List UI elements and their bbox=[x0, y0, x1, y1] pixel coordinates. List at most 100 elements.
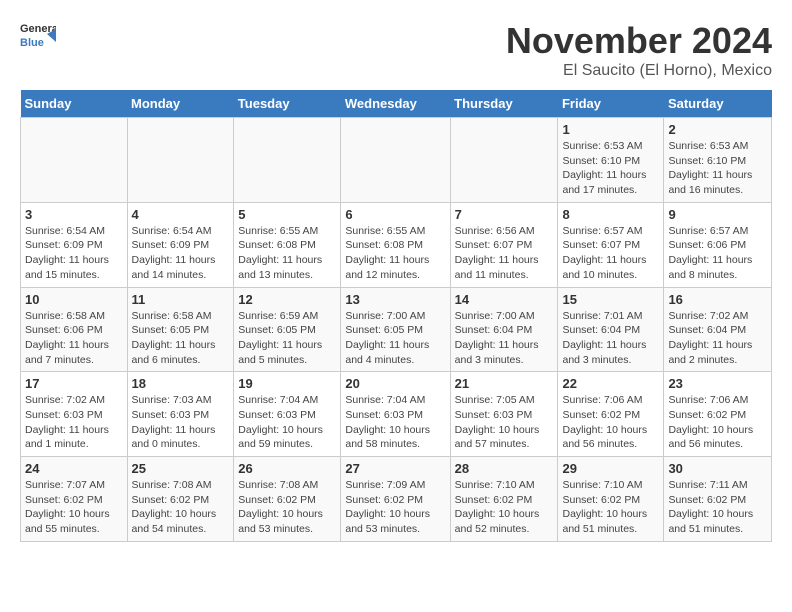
day-number: 12 bbox=[238, 292, 336, 307]
calendar-cell bbox=[450, 118, 558, 203]
calendar-cell: 12 Sunrise: 6:59 AM Sunset: 6:05 PM Dayli… bbox=[234, 287, 341, 372]
calendar-cell: 19 Sunrise: 7:04 AM Sunset: 6:03 PM Dayli… bbox=[234, 372, 341, 457]
calendar-cell: 10 Sunrise: 6:58 AM Sunset: 6:06 PM Dayli… bbox=[21, 287, 128, 372]
calendar-cell: 29 Sunrise: 7:10 AM Sunset: 6:02 PM Dayli… bbox=[558, 457, 664, 542]
day-number: 10 bbox=[25, 292, 123, 307]
day-number: 23 bbox=[668, 376, 767, 391]
calendar-cell: 17 Sunrise: 7:02 AM Sunset: 6:03 PM Dayli… bbox=[21, 372, 128, 457]
day-number: 29 bbox=[562, 461, 659, 476]
day-info: Sunrise: 7:10 AM Sunset: 6:02 PM Dayligh… bbox=[562, 478, 659, 537]
day-info: Sunrise: 6:59 AM Sunset: 6:05 PM Dayligh… bbox=[238, 309, 336, 368]
calendar-cell: 27 Sunrise: 7:09 AM Sunset: 6:02 PM Dayli… bbox=[341, 457, 450, 542]
calendar-cell: 30 Sunrise: 7:11 AM Sunset: 6:02 PM Dayli… bbox=[664, 457, 772, 542]
calendar-cell: 28Sunrise: 7:10 AM Sunset: 6:02 PM Dayli… bbox=[450, 457, 558, 542]
day-number: 14 bbox=[455, 292, 554, 307]
calendar-cell: 23 Sunrise: 7:06 AM Sunset: 6:02 PM Dayli… bbox=[664, 372, 772, 457]
day-number: 30 bbox=[668, 461, 767, 476]
weekday-header-saturday: Saturday bbox=[664, 90, 772, 118]
day-info: Sunrise: 7:05 AM Sunset: 6:03 PM Dayligh… bbox=[455, 393, 554, 452]
day-number: 3 bbox=[25, 207, 123, 222]
calendar-cell: 6 Sunrise: 6:55 AM Sunset: 6:08 PM Daylig… bbox=[341, 202, 450, 287]
day-info: Sunrise: 7:00 AM Sunset: 6:05 PM Dayligh… bbox=[345, 309, 445, 368]
day-number: 6 bbox=[345, 207, 445, 222]
day-info: Sunrise: 7:03 AM Sunset: 6:03 PM Dayligh… bbox=[132, 393, 230, 452]
calendar-cell bbox=[21, 118, 128, 203]
day-number: 22 bbox=[562, 376, 659, 391]
day-info: Sunrise: 7:02 AM Sunset: 6:04 PM Dayligh… bbox=[668, 309, 767, 368]
day-info: Sunrise: 7:02 AM Sunset: 6:03 PM Dayligh… bbox=[25, 393, 123, 452]
calendar-cell: 26 Sunrise: 7:08 AM Sunset: 6:02 PM Dayli… bbox=[234, 457, 341, 542]
day-number: 5 bbox=[238, 207, 336, 222]
day-info: Sunrise: 6:54 AM Sunset: 6:09 PM Dayligh… bbox=[132, 224, 230, 283]
calendar-cell: 16 Sunrise: 7:02 AM Sunset: 6:04 PM Dayli… bbox=[664, 287, 772, 372]
day-info: Sunrise: 6:58 AM Sunset: 6:05 PM Dayligh… bbox=[132, 309, 230, 368]
calendar-cell: 13 Sunrise: 7:00 AM Sunset: 6:05 PM Dayli… bbox=[341, 287, 450, 372]
calendar-cell bbox=[341, 118, 450, 203]
day-number: 13 bbox=[345, 292, 445, 307]
day-info: Sunrise: 6:56 AM Sunset: 6:07 PM Dayligh… bbox=[455, 224, 554, 283]
day-number: 27 bbox=[345, 461, 445, 476]
day-number: 20 bbox=[345, 376, 445, 391]
calendar-cell: 18 Sunrise: 7:03 AM Sunset: 6:03 PM Dayli… bbox=[127, 372, 234, 457]
calendar-cell: 22 Sunrise: 7:06 AM Sunset: 6:02 PM Dayli… bbox=[558, 372, 664, 457]
week-row-1: 1 Sunrise: 6:53 AM Sunset: 6:10 PM Daylig… bbox=[21, 118, 772, 203]
week-row-2: 3 Sunrise: 6:54 AM Sunset: 6:09 PM Daylig… bbox=[21, 202, 772, 287]
day-info: Sunrise: 7:08 AM Sunset: 6:02 PM Dayligh… bbox=[132, 478, 230, 537]
day-info: Sunrise: 7:01 AM Sunset: 6:04 PM Dayligh… bbox=[562, 309, 659, 368]
calendar-cell: 11Sunrise: 6:58 AM Sunset: 6:05 PM Dayli… bbox=[127, 287, 234, 372]
day-info: Sunrise: 6:53 AM Sunset: 6:10 PM Dayligh… bbox=[562, 139, 659, 198]
day-number: 2 bbox=[668, 122, 767, 137]
day-info: Sunrise: 7:06 AM Sunset: 6:02 PM Dayligh… bbox=[668, 393, 767, 452]
calendar-table: SundayMondayTuesdayWednesdayThursdayFrid… bbox=[20, 90, 772, 542]
day-number: 9 bbox=[668, 207, 767, 222]
day-number: 4 bbox=[132, 207, 230, 222]
day-info: Sunrise: 6:53 AM Sunset: 6:10 PM Dayligh… bbox=[668, 139, 767, 198]
title-block: November 2024 El Saucito (El Horno), Mex… bbox=[506, 20, 772, 80]
day-info: Sunrise: 6:57 AM Sunset: 6:07 PM Dayligh… bbox=[562, 224, 659, 283]
day-number: 28 bbox=[455, 461, 554, 476]
calendar-cell: 4 Sunrise: 6:54 AM Sunset: 6:09 PM Daylig… bbox=[127, 202, 234, 287]
day-info: Sunrise: 7:06 AM Sunset: 6:02 PM Dayligh… bbox=[562, 393, 659, 452]
day-info: Sunrise: 6:58 AM Sunset: 6:06 PM Dayligh… bbox=[25, 309, 123, 368]
day-number: 18 bbox=[132, 376, 230, 391]
weekday-header-tuesday: Tuesday bbox=[234, 90, 341, 118]
calendar-cell: 25 Sunrise: 7:08 AM Sunset: 6:02 PM Dayli… bbox=[127, 457, 234, 542]
weekday-header-friday: Friday bbox=[558, 90, 664, 118]
weekday-header-monday: Monday bbox=[127, 90, 234, 118]
day-info: Sunrise: 7:09 AM Sunset: 6:02 PM Dayligh… bbox=[345, 478, 445, 537]
day-number: 1 bbox=[562, 122, 659, 137]
day-number: 17 bbox=[25, 376, 123, 391]
day-number: 21 bbox=[455, 376, 554, 391]
day-info: Sunrise: 7:04 AM Sunset: 6:03 PM Dayligh… bbox=[238, 393, 336, 452]
calendar-cell bbox=[234, 118, 341, 203]
page-header: General Blue November 2024 El Saucito (E… bbox=[20, 20, 772, 80]
day-info: Sunrise: 7:11 AM Sunset: 6:02 PM Dayligh… bbox=[668, 478, 767, 537]
weekday-header-row: SundayMondayTuesdayWednesdayThursdayFrid… bbox=[21, 90, 772, 118]
day-info: Sunrise: 6:57 AM Sunset: 6:06 PM Dayligh… bbox=[668, 224, 767, 283]
logo: General Blue bbox=[20, 20, 56, 50]
calendar-cell: 24Sunrise: 7:07 AM Sunset: 6:02 PM Dayli… bbox=[21, 457, 128, 542]
week-row-5: 24Sunrise: 7:07 AM Sunset: 6:02 PM Dayli… bbox=[21, 457, 772, 542]
calendar-cell: 14 Sunrise: 7:00 AM Sunset: 6:04 PM Dayli… bbox=[450, 287, 558, 372]
day-info: Sunrise: 7:00 AM Sunset: 6:04 PM Dayligh… bbox=[455, 309, 554, 368]
calendar-cell: 3 Sunrise: 6:54 AM Sunset: 6:09 PM Daylig… bbox=[21, 202, 128, 287]
day-number: 19 bbox=[238, 376, 336, 391]
calendar-cell: 7 Sunrise: 6:56 AM Sunset: 6:07 PM Daylig… bbox=[450, 202, 558, 287]
day-info: Sunrise: 7:04 AM Sunset: 6:03 PM Dayligh… bbox=[345, 393, 445, 452]
day-number: 15 bbox=[562, 292, 659, 307]
day-info: Sunrise: 7:08 AM Sunset: 6:02 PM Dayligh… bbox=[238, 478, 336, 537]
calendar-cell bbox=[127, 118, 234, 203]
day-info: Sunrise: 6:55 AM Sunset: 6:08 PM Dayligh… bbox=[345, 224, 445, 283]
day-info: Sunrise: 7:07 AM Sunset: 6:02 PM Dayligh… bbox=[25, 478, 123, 537]
logo-icon: General Blue bbox=[20, 20, 56, 50]
calendar-cell: 1 Sunrise: 6:53 AM Sunset: 6:10 PM Daylig… bbox=[558, 118, 664, 203]
day-number: 7 bbox=[455, 207, 554, 222]
weekday-header-sunday: Sunday bbox=[21, 90, 128, 118]
calendar-cell: 9 Sunrise: 6:57 AM Sunset: 6:06 PM Daylig… bbox=[664, 202, 772, 287]
day-number: 25 bbox=[132, 461, 230, 476]
day-number: 16 bbox=[668, 292, 767, 307]
day-info: Sunrise: 6:54 AM Sunset: 6:09 PM Dayligh… bbox=[25, 224, 123, 283]
calendar-cell: 20 Sunrise: 7:04 AM Sunset: 6:03 PM Dayli… bbox=[341, 372, 450, 457]
calendar-cell: 5Sunrise: 6:55 AM Sunset: 6:08 PM Daylig… bbox=[234, 202, 341, 287]
day-number: 26 bbox=[238, 461, 336, 476]
